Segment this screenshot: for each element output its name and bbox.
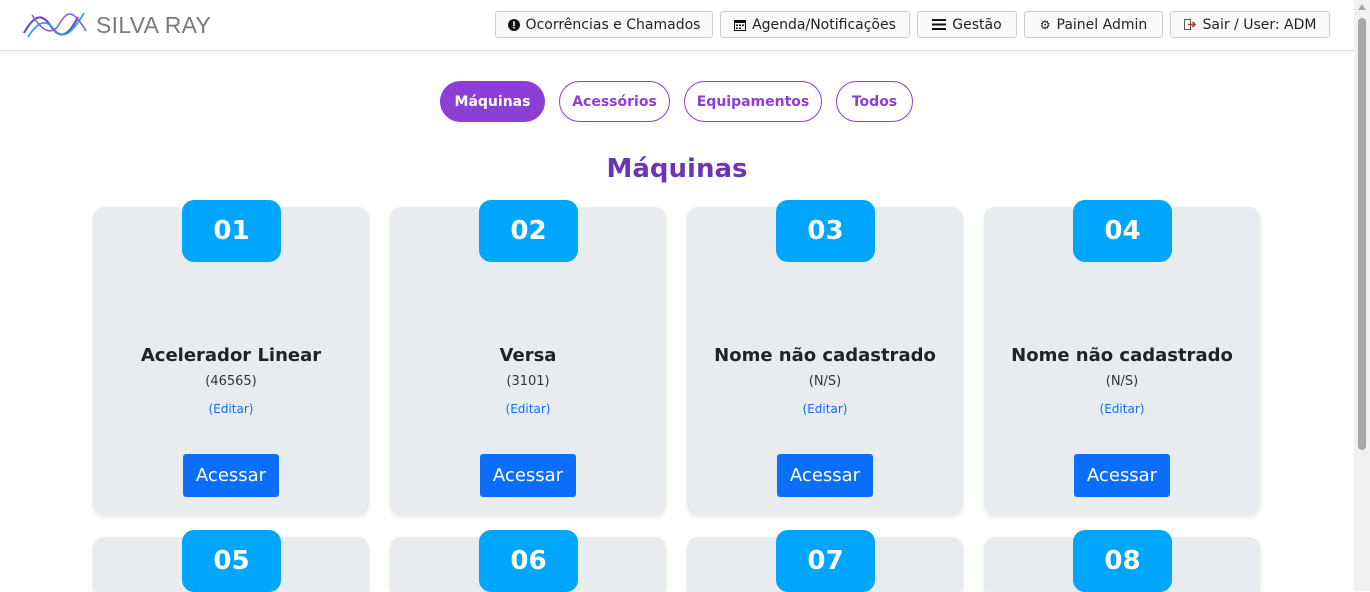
brand-logo[interactable]: SILVA RAY — [22, 7, 211, 43]
machine-card: 04 Nome não cadastrado (N/S) (Editar) Ac… — [984, 200, 1260, 515]
machine-card: 05 — [93, 530, 369, 592]
access-button[interactable]: Acessar — [480, 454, 576, 497]
machine-card: 07 — [687, 530, 963, 592]
nav-label: Agenda/Notificações — [752, 16, 896, 33]
machine-serial: (46565) — [205, 374, 257, 389]
brand-name: SILVA RAY — [96, 11, 212, 38]
nav-label: Gestão — [952, 16, 1002, 33]
top-navbar: SILVA RAY Ocorrências e Chamados Agenda/… — [0, 0, 1354, 51]
nav-painel-admin-button[interactable]: ⚙ Painel Admin — [1024, 11, 1163, 38]
vertical-scrollbar[interactable] — [1354, 0, 1370, 591]
section-title: Máquinas — [606, 154, 748, 184]
machine-number-badge: 07 — [776, 530, 875, 592]
machine-number-badge: 05 — [182, 530, 281, 592]
access-button[interactable]: Acessar — [777, 454, 873, 497]
machine-serial: (N/S) — [808, 374, 842, 389]
machine-number-badge: 03 — [776, 200, 875, 262]
machine-serial: (3101) — [506, 374, 550, 389]
filter-label: Acessórios — [572, 93, 657, 110]
machine-name: Nome não cadastrado — [1011, 345, 1233, 366]
nav-ocorrencias-button[interactable]: Ocorrências e Chamados — [495, 11, 713, 38]
machine-name: Acelerador Linear — [140, 345, 322, 366]
machine-card: 06 — [390, 530, 666, 592]
edit-link[interactable]: (Editar) — [93, 402, 369, 416]
machine-card: 01 Acelerador Linear (46565) (Editar) Ac… — [93, 200, 369, 515]
nav-label: Painel Admin — [1056, 16, 1148, 33]
machine-number-badge: 01 — [182, 200, 281, 262]
machine-number-badge: 04 — [1073, 200, 1172, 262]
scroll-up-icon[interactable] — [1358, 4, 1366, 10]
nav-logout-button[interactable]: Sair / User: ADM — [1170, 11, 1330, 38]
filter-todos[interactable]: Todos — [836, 81, 913, 122]
machine-number-badge: 08 — [1073, 530, 1172, 592]
machine-serial: (N/S) — [1105, 374, 1139, 389]
machine-name: Versa — [499, 345, 557, 366]
machine-card: 02 Versa (3101) (Editar) Acessar — [390, 200, 666, 515]
filter-maquinas[interactable]: Máquinas — [440, 81, 545, 122]
filter-equipamentos[interactable]: Equipamentos — [684, 81, 822, 122]
exclamation-circle-icon — [507, 18, 520, 31]
edit-link[interactable]: (Editar) — [390, 402, 666, 416]
filter-label: Equipamentos — [696, 93, 810, 110]
machine-card: 03 Nome não cadastrado (N/S) (Editar) Ac… — [687, 200, 963, 515]
access-button[interactable]: Acessar — [1074, 454, 1170, 497]
nav-agenda-button[interactable]: Agenda/Notificações — [720, 11, 910, 38]
nav-gestao-button[interactable]: Gestão — [917, 11, 1017, 38]
nav-label: Ocorrências e Chamados — [525, 16, 701, 33]
edit-link[interactable]: (Editar) — [687, 402, 963, 416]
access-button[interactable]: Acessar — [183, 454, 279, 497]
calendar-icon — [734, 19, 747, 31]
machine-number-badge: 02 — [479, 200, 578, 262]
logout-icon — [1183, 19, 1197, 30]
machine-name: Nome não cadastrado — [714, 345, 936, 366]
machine-card: 08 — [984, 530, 1260, 592]
scrollbar-thumb[interactable] — [1358, 18, 1366, 450]
list-icon — [932, 19, 947, 30]
edit-link[interactable]: (Editar) — [984, 402, 1260, 416]
gear-icon: ⚙ — [1039, 17, 1051, 32]
nav-label: Sair / User: ADM — [1202, 16, 1317, 33]
filter-label: Máquinas — [454, 93, 531, 110]
filter-label: Todos — [851, 93, 898, 110]
machine-number-badge: 06 — [479, 530, 578, 592]
wave-logo-icon — [23, 12, 87, 38]
filter-acessorios[interactable]: Acessórios — [559, 81, 670, 122]
